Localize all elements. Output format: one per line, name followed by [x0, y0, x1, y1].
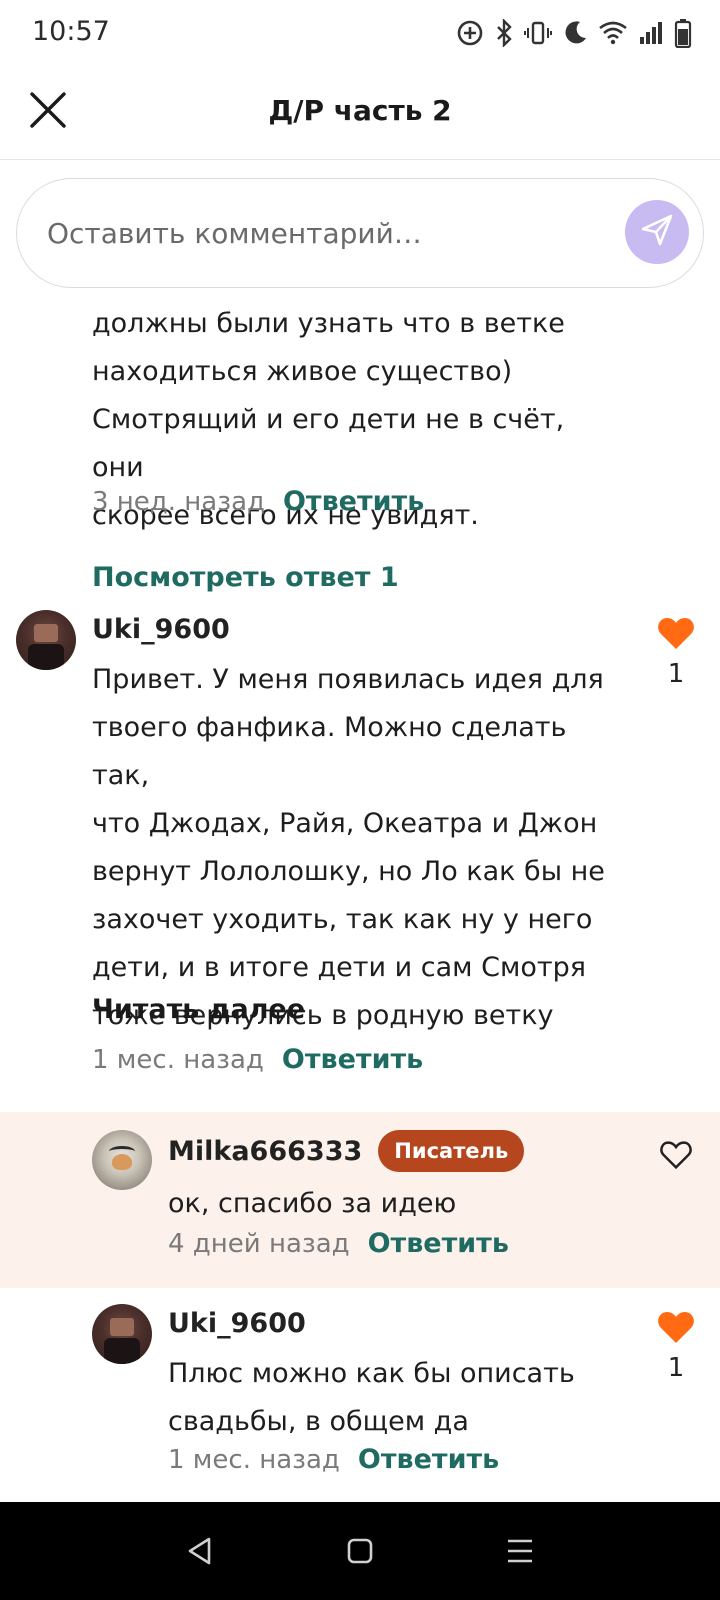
- comment-text-line: Привет. У меня появилась идея для: [92, 664, 604, 695]
- wifi-icon: [598, 20, 628, 46]
- menu-icon[interactable]: [490, 1521, 550, 1581]
- comment-text: Привет. У меня появилась идея для твоего…: [92, 656, 632, 1040]
- comment-text-line: дети, и в итоге дети и сам Смотря: [92, 952, 586, 983]
- comment-text-line: что Джодах, Райя, Океатра и Джон: [92, 808, 598, 839]
- comment-time: 4 дней назад: [168, 1228, 350, 1259]
- header: Д/Р часть 2: [0, 66, 720, 160]
- writer-badge: Писатель: [378, 1130, 525, 1172]
- signal-icon: [638, 20, 664, 46]
- reply-button[interactable]: Ответить: [283, 486, 424, 517]
- sync-icon: [456, 19, 484, 47]
- comment-meta: 4 дней назад Ответить: [168, 1228, 509, 1259]
- comments-feed[interactable]: должны были узнать что в ветке находитьс…: [0, 292, 720, 1502]
- bluetooth-icon: [494, 19, 514, 47]
- comment-text-line: захочет уходить, так как ну у него: [92, 904, 593, 935]
- comment-text: ок, спасибо за идею: [168, 1188, 457, 1219]
- comment-time: 1 мес. назад: [168, 1444, 340, 1475]
- page-title: Д/Р часть 2: [268, 94, 452, 127]
- vibrate-icon: [524, 19, 552, 47]
- navigation-bar: [0, 1502, 720, 1600]
- like-button[interactable]: [652, 1140, 700, 1179]
- comment-meta: 1 мес. назад Ответить: [92, 1044, 423, 1075]
- like-button[interactable]: 1: [652, 1310, 700, 1383]
- comment-text-line: Плюс можно как бы описать: [168, 1358, 575, 1389]
- reply-item: Milka666333 Писатель ок, спасибо за идею…: [0, 1112, 720, 1288]
- comment-time: 1 мес. назад: [92, 1044, 264, 1075]
- send-icon: [640, 213, 674, 252]
- comment-text-line: Смотрящий и его дети не в счёт, они: [92, 404, 565, 483]
- heart-outline-icon: [659, 1141, 693, 1174]
- send-button[interactable]: [625, 200, 689, 264]
- reply-button[interactable]: Ответить: [282, 1044, 423, 1075]
- comment-meta: 3 нед. назад Ответить: [92, 486, 424, 517]
- like-count: 1: [667, 659, 685, 689]
- comment-username[interactable]: Uki_9600: [168, 1308, 306, 1339]
- comment-meta: 1 мес. назад Ответить: [168, 1444, 499, 1475]
- comment-text-line: вернут Лололошку, но Ло как бы не: [92, 856, 605, 887]
- reply-button[interactable]: Ответить: [368, 1228, 509, 1259]
- do-not-disturb-icon: [562, 19, 588, 47]
- comment-username[interactable]: Uki_9600: [92, 614, 230, 645]
- comment-text-line: свадьбы, в общем да: [168, 1406, 469, 1437]
- battery-icon: [674, 18, 692, 48]
- status-bar: 10:57: [0, 0, 720, 66]
- back-icon[interactable]: [170, 1521, 230, 1581]
- like-count: 1: [667, 1353, 685, 1383]
- view-replies-button[interactable]: Посмотреть ответ 1: [92, 562, 399, 593]
- status-time: 10:57: [32, 16, 110, 47]
- comment-text-line: должны были узнать что в ветке: [92, 308, 565, 339]
- comment-text-line: находиться живое существо): [92, 356, 513, 387]
- comment-input[interactable]: [47, 207, 607, 259]
- avatar[interactable]: [92, 1304, 152, 1364]
- comment-time: 3 нед. назад: [92, 486, 265, 517]
- comment-item: Uki_9600 Привет. У меня появилась идея д…: [0, 610, 720, 1100]
- heart-filled-icon: [657, 618, 695, 654]
- status-icons: [456, 16, 692, 50]
- home-icon[interactable]: [330, 1521, 390, 1581]
- read-more-button[interactable]: Читать далее: [92, 994, 305, 1025]
- avatar[interactable]: [92, 1130, 152, 1190]
- reply-header: Milka666333 Писатель: [168, 1130, 525, 1172]
- heart-filled-icon: [657, 1312, 695, 1348]
- comment-input-container: [16, 178, 704, 288]
- like-button[interactable]: 1: [652, 616, 700, 689]
- comment-username[interactable]: Milka666333: [168, 1136, 362, 1167]
- comment-text-line: твоего фанфика. Можно сделать так,: [92, 712, 567, 791]
- avatar[interactable]: [16, 610, 76, 670]
- comment-text: Плюс можно как бы описать свадьбы, в общ…: [168, 1350, 648, 1446]
- reply-button[interactable]: Ответить: [358, 1444, 499, 1475]
- reply-item: Uki_9600 Плюс можно как бы описать свадь…: [0, 1304, 720, 1494]
